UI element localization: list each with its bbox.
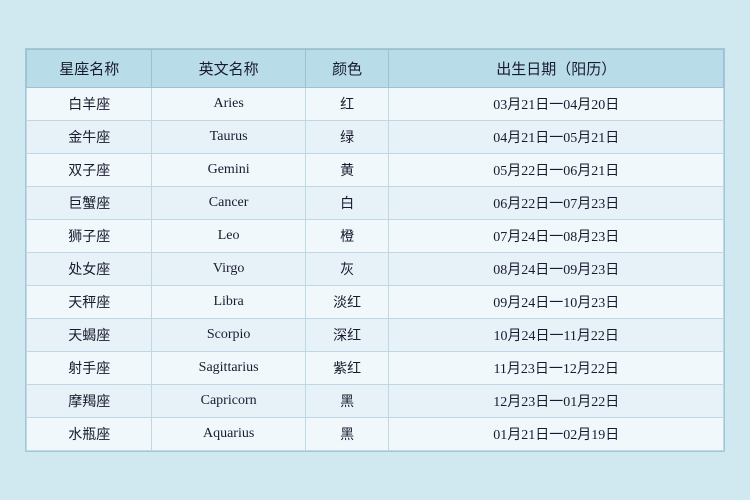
cell-chinese: 天蝎座 [27, 319, 152, 352]
cell-english: Libra [152, 286, 305, 319]
cell-date: 04月21日一05月21日 [389, 121, 724, 154]
table-row: 射手座Sagittarius紫红11月23日一12月22日 [27, 352, 724, 385]
cell-chinese: 射手座 [27, 352, 152, 385]
cell-color: 绿 [305, 121, 389, 154]
cell-english: Aquarius [152, 418, 305, 451]
cell-chinese: 处女座 [27, 253, 152, 286]
cell-english: Capricorn [152, 385, 305, 418]
cell-english: Taurus [152, 121, 305, 154]
cell-color: 黄 [305, 154, 389, 187]
cell-chinese: 金牛座 [27, 121, 152, 154]
table-row: 双子座Gemini黄05月22日一06月21日 [27, 154, 724, 187]
header-english-name: 英文名称 [152, 50, 305, 88]
cell-date: 08月24日一09月23日 [389, 253, 724, 286]
cell-english: Scorpio [152, 319, 305, 352]
cell-english: Virgo [152, 253, 305, 286]
cell-date: 09月24日一10月23日 [389, 286, 724, 319]
cell-date: 12月23日一01月22日 [389, 385, 724, 418]
table-row: 巨蟹座Cancer白06月22日一07月23日 [27, 187, 724, 220]
cell-english: Aries [152, 88, 305, 121]
cell-date: 10月24日一11月22日 [389, 319, 724, 352]
cell-date: 03月21日一04月20日 [389, 88, 724, 121]
cell-color: 黑 [305, 418, 389, 451]
header-chinese-name: 星座名称 [27, 50, 152, 88]
table-row: 狮子座Leo橙07月24日一08月23日 [27, 220, 724, 253]
cell-english: Cancer [152, 187, 305, 220]
zodiac-table: 星座名称 英文名称 颜色 出生日期（阳历） 白羊座Aries红03月21日一04… [26, 49, 724, 451]
table-row: 金牛座Taurus绿04月21日一05月21日 [27, 121, 724, 154]
cell-chinese: 巨蟹座 [27, 187, 152, 220]
cell-color: 红 [305, 88, 389, 121]
table-row: 水瓶座Aquarius黑01月21日一02月19日 [27, 418, 724, 451]
cell-color: 淡红 [305, 286, 389, 319]
cell-color: 橙 [305, 220, 389, 253]
table-row: 处女座Virgo灰08月24日一09月23日 [27, 253, 724, 286]
header-color: 颜色 [305, 50, 389, 88]
table-row: 天秤座Libra淡红09月24日一10月23日 [27, 286, 724, 319]
table-row: 天蝎座Scorpio深红10月24日一11月22日 [27, 319, 724, 352]
cell-chinese: 白羊座 [27, 88, 152, 121]
cell-chinese: 双子座 [27, 154, 152, 187]
cell-chinese: 摩羯座 [27, 385, 152, 418]
cell-english: Gemini [152, 154, 305, 187]
table-row: 摩羯座Capricorn黑12月23日一01月22日 [27, 385, 724, 418]
cell-color: 紫红 [305, 352, 389, 385]
cell-date: 01月21日一02月19日 [389, 418, 724, 451]
cell-chinese: 天秤座 [27, 286, 152, 319]
cell-date: 05月22日一06月21日 [389, 154, 724, 187]
zodiac-table-container: 星座名称 英文名称 颜色 出生日期（阳历） 白羊座Aries红03月21日一04… [25, 48, 725, 452]
table-header-row: 星座名称 英文名称 颜色 出生日期（阳历） [27, 50, 724, 88]
cell-color: 深红 [305, 319, 389, 352]
cell-color: 黑 [305, 385, 389, 418]
cell-chinese: 水瓶座 [27, 418, 152, 451]
cell-date: 07月24日一08月23日 [389, 220, 724, 253]
cell-color: 灰 [305, 253, 389, 286]
header-birth-date: 出生日期（阳历） [389, 50, 724, 88]
cell-date: 06月22日一07月23日 [389, 187, 724, 220]
cell-english: Sagittarius [152, 352, 305, 385]
cell-english: Leo [152, 220, 305, 253]
cell-chinese: 狮子座 [27, 220, 152, 253]
cell-color: 白 [305, 187, 389, 220]
cell-date: 11月23日一12月22日 [389, 352, 724, 385]
table-row: 白羊座Aries红03月21日一04月20日 [27, 88, 724, 121]
